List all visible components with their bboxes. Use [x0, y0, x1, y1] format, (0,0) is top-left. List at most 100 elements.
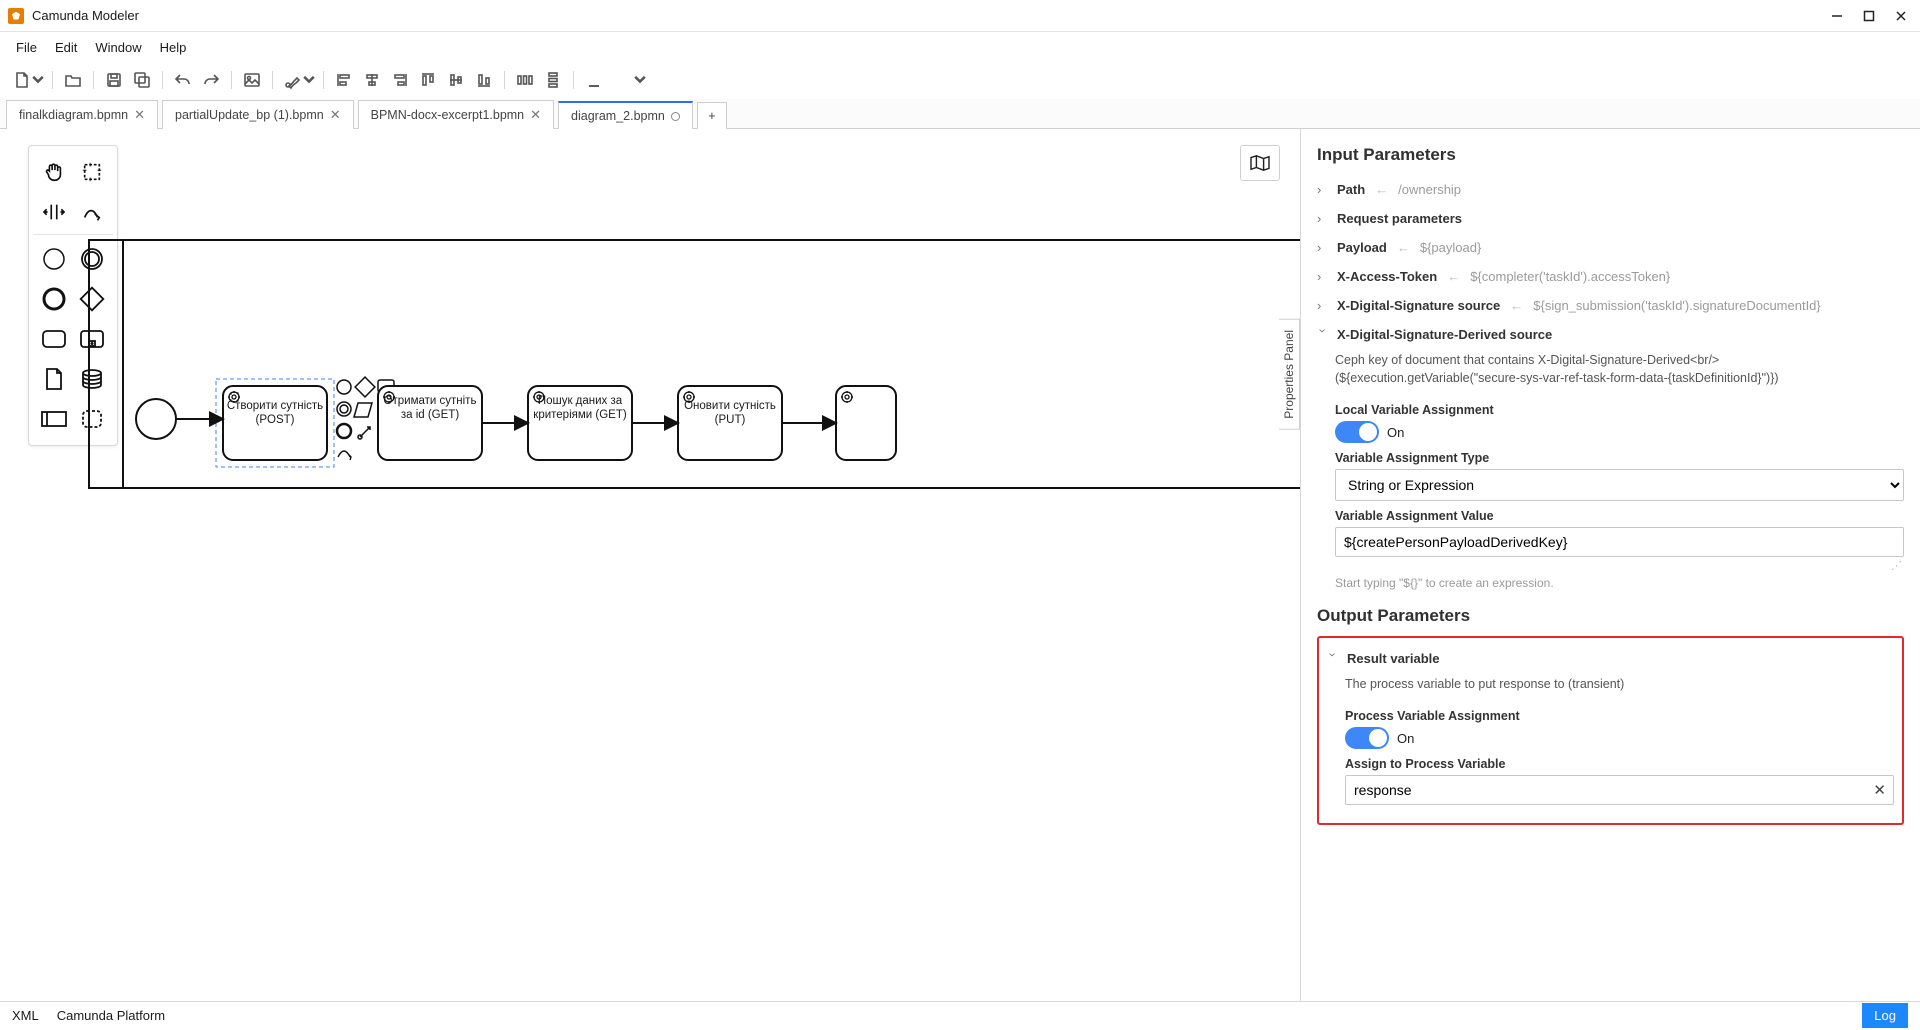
color-dropdown-icon[interactable]	[303, 69, 315, 91]
chevron-right-icon: ›	[1317, 269, 1329, 284]
window-minimize-button[interactable]	[1830, 9, 1844, 23]
participant-icon[interactable]	[40, 405, 68, 433]
chevron-right-icon: ›	[1317, 298, 1329, 313]
param-x-access-token[interactable]: › X-Access-Token ← ${completer('taskId')…	[1317, 262, 1904, 291]
end-event-icon[interactable]	[40, 285, 68, 313]
variable-assignment-value-input[interactable]	[1335, 527, 1904, 557]
redo-button[interactable]	[199, 69, 223, 91]
align-center-h-button[interactable]	[360, 69, 384, 91]
window-maximize-button[interactable]	[1862, 9, 1876, 23]
start-event-icon[interactable]	[40, 245, 68, 273]
param-x-digital-signature-derived[interactable]: › X-Digital-Signature-Derived source	[1317, 320, 1904, 349]
align-left-button[interactable]	[332, 69, 356, 91]
hand-tool-icon[interactable]	[40, 158, 68, 186]
menu-help[interactable]: Help	[152, 36, 195, 59]
task-icon[interactable]	[40, 325, 68, 353]
param-request-parameters[interactable]: › Request parameters	[1317, 204, 1904, 233]
tab-finalkdiagram[interactable]: finalkdiagram.bpmn ✕	[6, 100, 158, 129]
output-parameters-heading: Output Parameters	[1317, 606, 1904, 626]
new-file-dropdown-icon[interactable]	[32, 69, 44, 91]
minimap-toggle-button[interactable]	[1240, 145, 1280, 181]
task-put-label: Оновити сутність (PUT)	[681, 399, 779, 428]
assign-to-process-variable-label: Assign to Process Variable	[1345, 757, 1894, 771]
log-button[interactable]: Log	[1862, 1003, 1908, 1028]
window-close-button[interactable]	[1894, 9, 1908, 23]
tab-label: diagram_2.bpmn	[571, 109, 665, 123]
menu-bar: File Edit Window Help	[0, 32, 1920, 65]
distribute-h-button[interactable]	[513, 69, 537, 91]
toggle-state-label: On	[1387, 425, 1404, 440]
chevron-right-icon: ›	[1317, 182, 1329, 197]
param-name: X-Digital-Signature source	[1337, 298, 1500, 313]
chevron-down-icon: ›	[1316, 329, 1331, 341]
global-connect-tool-icon[interactable]	[78, 198, 106, 226]
deploy-button[interactable]	[582, 69, 606, 91]
window-title: Camunda Modeler	[32, 8, 1830, 23]
lasso-tool-icon[interactable]	[78, 158, 106, 186]
undo-button[interactable]	[171, 69, 195, 91]
space-tool-icon[interactable]	[40, 198, 68, 226]
clear-input-icon[interactable]: ✕	[1873, 781, 1886, 799]
distribute-v-button[interactable]	[541, 69, 565, 91]
param-value: ${payload}	[1420, 240, 1481, 255]
arrow-left-icon: ←	[1447, 269, 1460, 284]
local-variable-assignment-toggle[interactable]	[1335, 421, 1379, 443]
task-get-by-id-label: Отримати сутніть за id (GET)	[381, 394, 479, 423]
bpmn-diagram[interactable]: Створити сутність (POST)	[88, 239, 1300, 489]
status-platform-button[interactable]: Camunda Platform	[57, 1008, 165, 1023]
menu-window[interactable]: Window	[87, 36, 149, 59]
param-name: Payload	[1337, 240, 1387, 255]
tab-close-icon[interactable]: ✕	[530, 107, 541, 123]
align-top-button[interactable]	[416, 69, 440, 91]
menu-edit[interactable]: Edit	[47, 36, 85, 59]
run-dropdown-icon[interactable]	[634, 69, 646, 91]
data-object-icon[interactable]	[40, 365, 68, 393]
save-all-button[interactable]	[130, 69, 154, 91]
tab-label: partialUpdate_bp (1).bpmn	[175, 108, 324, 122]
param-name: X-Digital-Signature-Derived source	[1337, 327, 1552, 342]
align-bottom-button[interactable]	[472, 69, 496, 91]
properties-panel: Input Parameters › Path ← /ownership › R…	[1300, 129, 1920, 1001]
save-button[interactable]	[102, 69, 126, 91]
task-search-label: Пошук даних за критеріями (GET)	[531, 394, 629, 423]
tab-bpmn-docx[interactable]: BPMN-docx-excerpt1.bpmn ✕	[358, 100, 554, 129]
input-parameters-heading: Input Parameters	[1317, 145, 1904, 165]
local-variable-assignment-label: Local Variable Assignment	[1335, 403, 1904, 417]
param-path[interactable]: › Path ← /ownership	[1317, 175, 1904, 204]
toggle-state-label: On	[1397, 731, 1414, 746]
menu-file[interactable]: File	[8, 36, 45, 59]
align-right-button[interactable]	[388, 69, 412, 91]
chevron-down-icon: ›	[1326, 653, 1341, 665]
param-value: /ownership	[1398, 182, 1461, 197]
param-result-variable[interactable]: › Result variable	[1327, 644, 1894, 673]
main-toolbar	[0, 65, 1920, 99]
result-description: The process variable to put response to …	[1327, 673, 1894, 701]
open-file-button[interactable]	[61, 69, 85, 91]
variable-assignment-value-label: Variable Assignment Value	[1335, 509, 1904, 523]
tab-close-icon[interactable]: ✕	[330, 107, 341, 123]
variable-assignment-type-select[interactable]: String or Expression	[1335, 469, 1904, 501]
arrow-left-icon: ←	[1510, 298, 1523, 313]
run-button[interactable]	[610, 69, 634, 91]
param-name: X-Access-Token	[1337, 269, 1437, 284]
textarea-resize-handle[interactable]: ⋰	[1317, 559, 1904, 572]
param-x-digital-signature-source[interactable]: › X-Digital-Signature source ← ${sign_su…	[1317, 291, 1904, 320]
arrow-left-icon: ←	[1375, 182, 1388, 197]
process-variable-assignment-label: Process Variable Assignment	[1345, 709, 1894, 723]
tab-partialupdate[interactable]: partialUpdate_bp (1).bpmn ✕	[162, 100, 354, 129]
assign-to-process-variable-input[interactable]	[1345, 775, 1894, 805]
param-name: Path	[1337, 182, 1365, 197]
chevron-right-icon: ›	[1317, 240, 1329, 255]
window-titlebar: Camunda Modeler	[0, 0, 1920, 32]
canvas[interactable]: Properties Panel Створити сутність (POST…	[0, 129, 1300, 1001]
process-variable-assignment-toggle[interactable]	[1345, 727, 1389, 749]
tab-dirty-icon	[671, 112, 680, 121]
image-button[interactable]	[240, 69, 264, 91]
workspace: Properties Panel Створити сутність (POST…	[0, 129, 1920, 1001]
tab-diagram2[interactable]: diagram_2.bpmn	[558, 101, 693, 129]
status-xml-button[interactable]: XML	[12, 1008, 39, 1023]
tab-close-icon[interactable]: ✕	[134, 107, 145, 123]
align-middle-button[interactable]	[444, 69, 468, 91]
tab-new-button[interactable]: +	[697, 102, 727, 129]
param-payload[interactable]: › Payload ← ${payload}	[1317, 233, 1904, 262]
